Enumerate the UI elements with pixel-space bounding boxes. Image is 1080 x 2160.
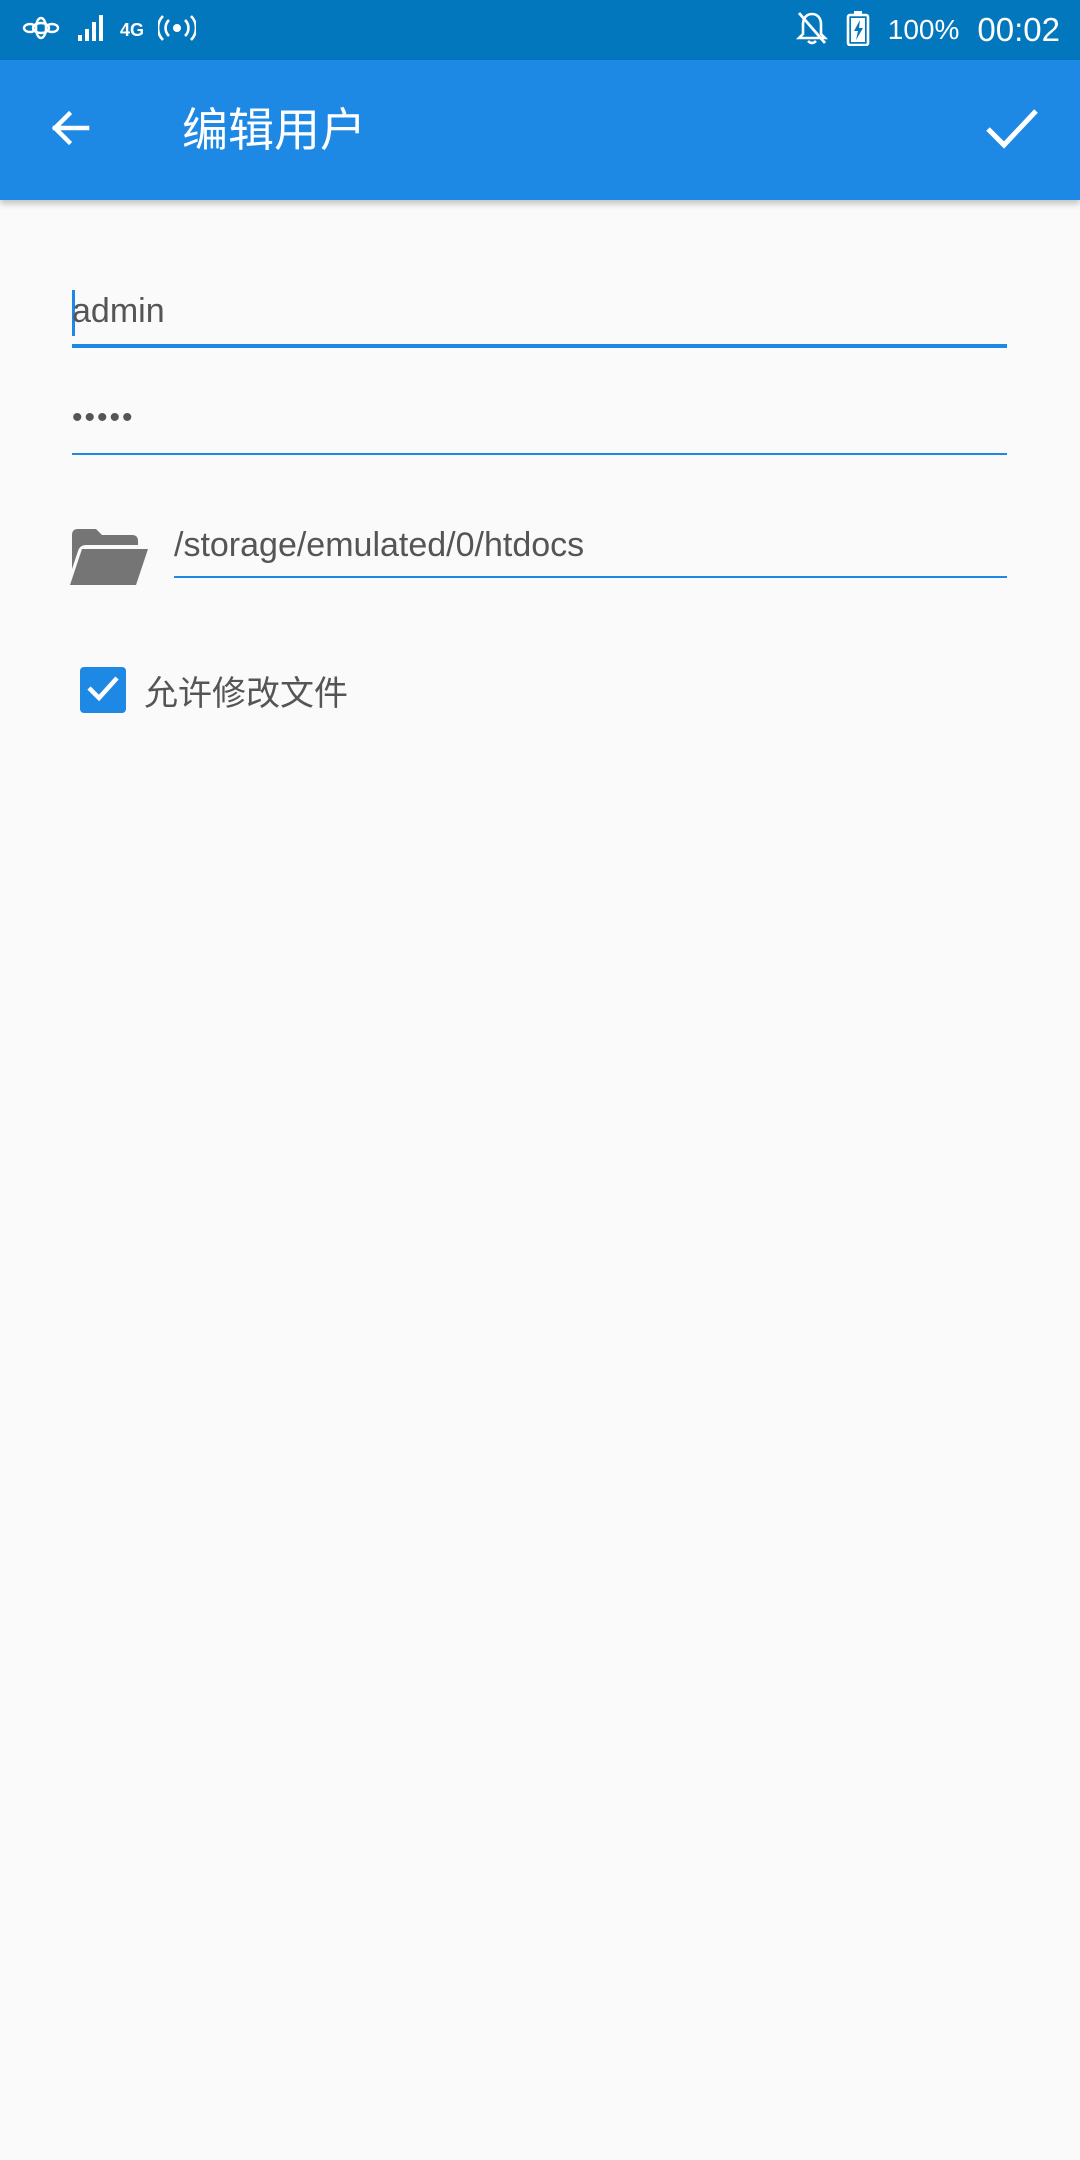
battery-charging-icon xyxy=(846,10,870,50)
path-field[interactable]: /storage/emulated/0/htdocs xyxy=(174,522,1007,578)
allow-modify-row[interactable]: 允许修改文件 xyxy=(80,665,348,715)
username-value: admin xyxy=(72,292,165,330)
allow-modify-checkbox[interactable] xyxy=(80,667,126,713)
folder-open-icon[interactable] xyxy=(68,525,150,589)
back-button[interactable] xyxy=(30,90,110,170)
page-title: 编辑用户 xyxy=(182,103,366,157)
hotspot-icon xyxy=(156,13,198,47)
checkmark-icon xyxy=(86,674,120,706)
allow-modify-label: 允许修改文件 xyxy=(144,673,348,714)
app-bar: 编辑用户 xyxy=(0,60,1080,200)
network-type-label: 4G xyxy=(120,20,145,40)
path-value: /storage/emulated/0/htdocs xyxy=(174,526,585,564)
status-bar: 4G 100% 00:02 xyxy=(0,0,1080,60)
password-value: ••••• xyxy=(72,401,135,434)
battery-percent: 100% xyxy=(887,14,960,45)
signal-icon xyxy=(76,13,106,47)
status-bar-right: 100% 00:02 xyxy=(795,0,1060,60)
confirm-button[interactable] xyxy=(968,90,1056,170)
status-bar-left: 4G xyxy=(20,0,198,60)
clock: 00:02 xyxy=(977,11,1060,48)
unicom-logo-icon xyxy=(20,13,62,47)
check-icon xyxy=(984,105,1040,155)
password-field[interactable]: ••••• xyxy=(72,395,1007,455)
username-field[interactable]: admin xyxy=(72,290,1007,348)
notifications-off-icon xyxy=(795,10,828,50)
arrow-left-icon xyxy=(47,105,93,155)
